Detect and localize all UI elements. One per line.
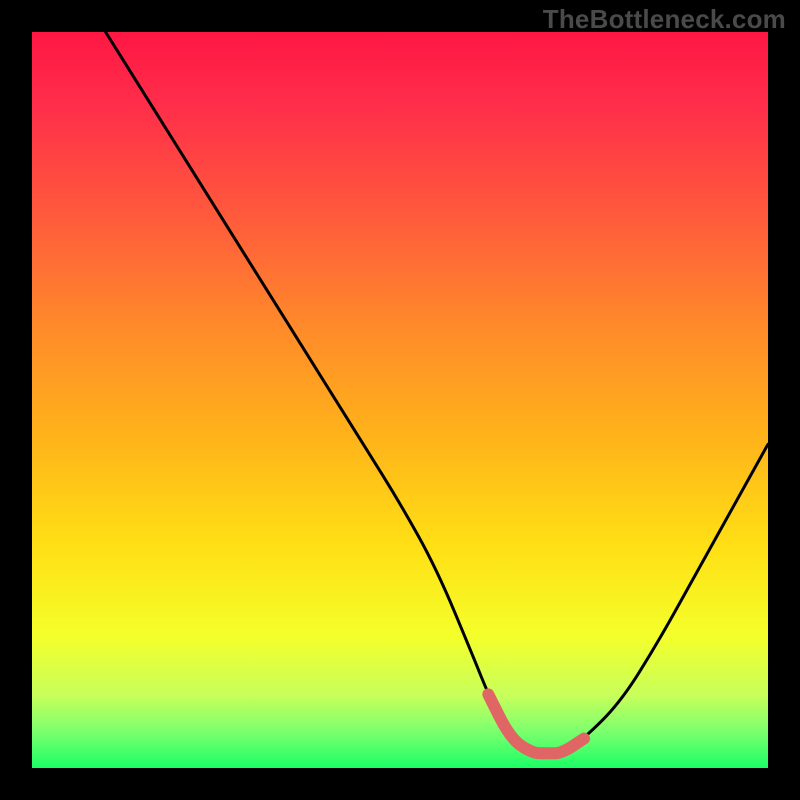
chart-frame: TheBottleneck.com	[0, 0, 800, 800]
watermark-text: TheBottleneck.com	[543, 4, 786, 35]
bottleneck-chart	[0, 0, 800, 800]
plot-background	[32, 32, 768, 768]
